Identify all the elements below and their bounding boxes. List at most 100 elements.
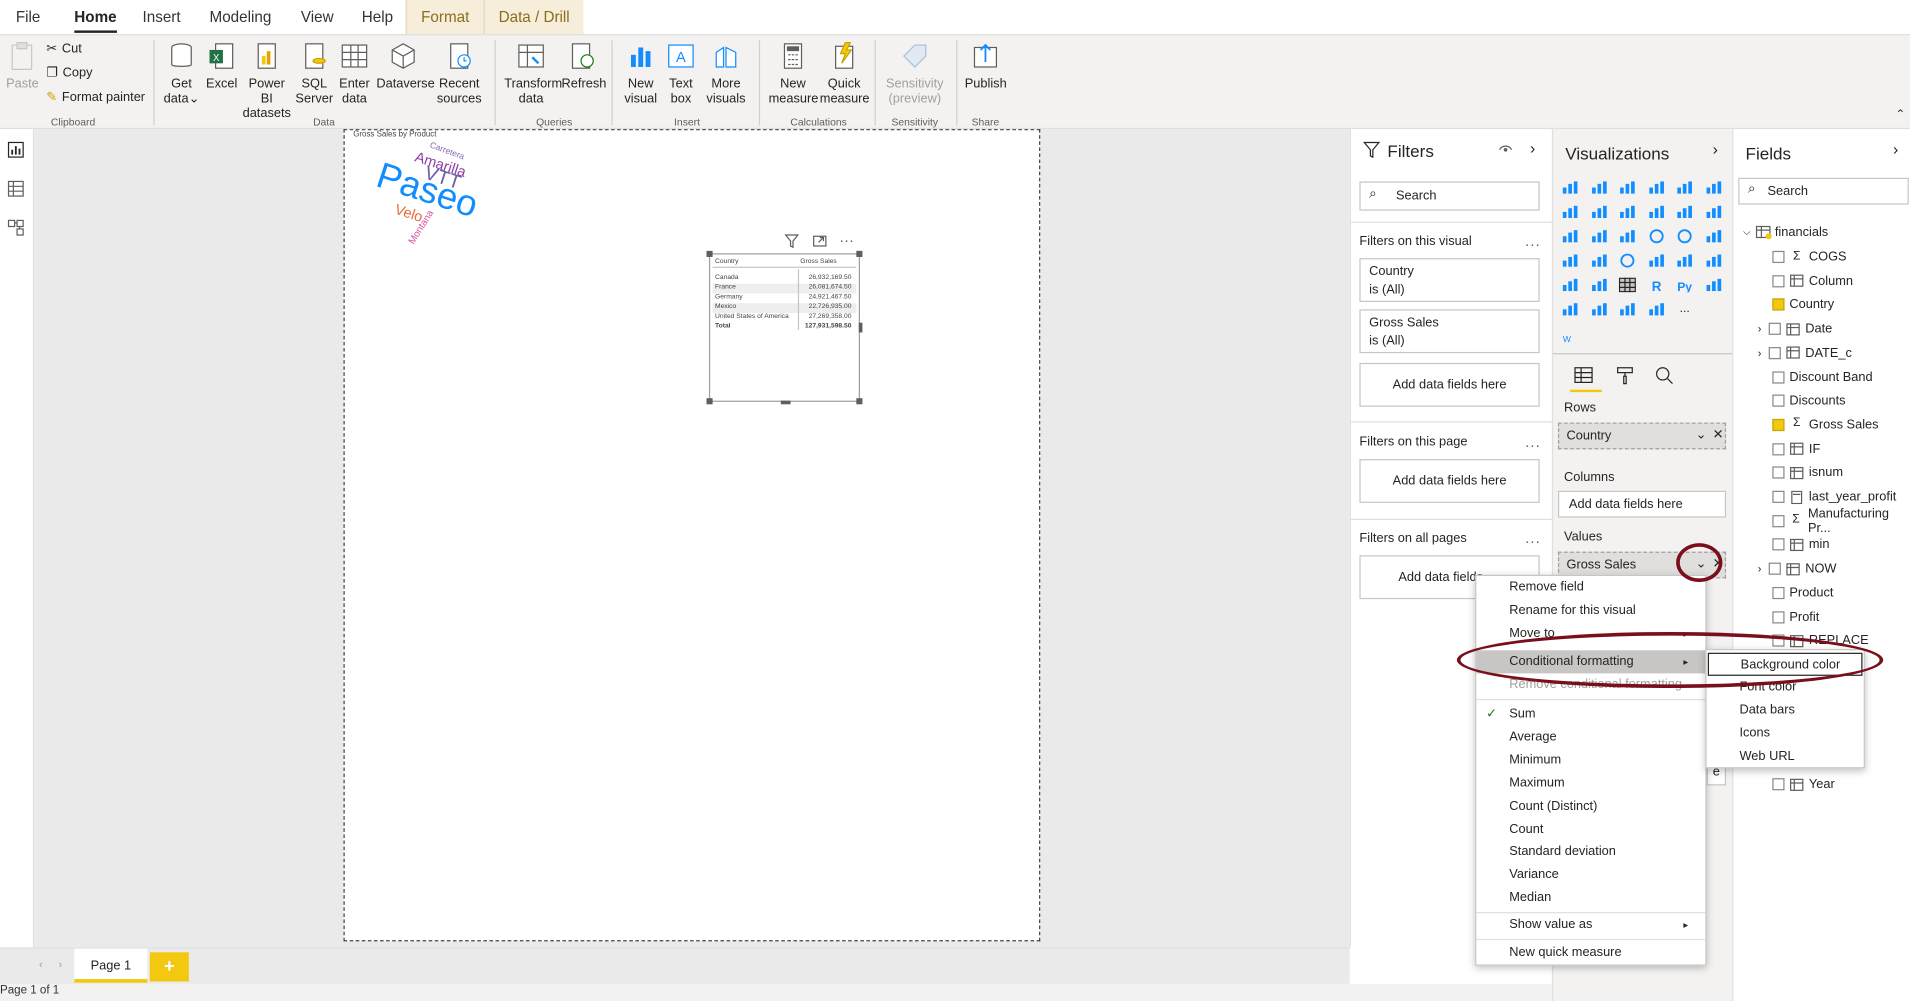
slicer-visual-icon[interactable] [1562, 278, 1579, 293]
line-clustered-column-visual-icon[interactable] [1676, 205, 1693, 220]
data-view-icon[interactable] [7, 180, 24, 197]
tab-help[interactable]: Help [362, 9, 393, 26]
field-item[interactable]: Year [1772, 773, 1835, 795]
menu-item-icons[interactable]: Icons [1707, 722, 1864, 745]
resize-handle[interactable] [858, 322, 863, 333]
gauge-visual-icon[interactable] [1619, 253, 1636, 268]
more-options-icon[interactable]: ... [1525, 530, 1541, 547]
field-item[interactable]: Σ Manufacturing Pr... [1772, 506, 1910, 535]
field-item[interactable]: Σ COGS [1772, 246, 1847, 268]
add-page-filter-dropzone[interactable]: Add data fields here [1359, 459, 1540, 503]
filter-icon[interactable] [784, 234, 800, 249]
menu-item-aggregation[interactable]: Variance [1476, 864, 1705, 887]
field-item[interactable]: Discounts [1772, 390, 1846, 412]
area-visual-icon[interactable] [1590, 205, 1607, 220]
menu-item-aggregation[interactable]: Median [1476, 887, 1705, 910]
tab-data-drill[interactable]: Data / Drill [483, 0, 584, 35]
checkbox[interactable] [1772, 370, 1785, 383]
quick-measure-button[interactable]: Quick measure [820, 40, 870, 106]
100-column-visual-icon[interactable] [1705, 180, 1722, 195]
model-view-icon[interactable] [7, 219, 24, 236]
chevron-down-icon[interactable]: ⌄ [1696, 427, 1707, 442]
resize-handle[interactable] [780, 400, 791, 405]
wordcloud-visual[interactable]: Carretera Amarilla VTT Paseo Velo Montan… [365, 141, 499, 260]
map-visual-icon[interactable] [1562, 253, 1579, 268]
new-measure-button[interactable]: New measure [769, 40, 818, 106]
sql-server-button[interactable]: SQL Server [295, 40, 334, 106]
line-column-visual-icon[interactable] [1647, 205, 1664, 220]
transform-data-button[interactable]: Transform data [504, 40, 562, 106]
checkbox[interactable] [1772, 490, 1785, 503]
text-box-button[interactable]: A Text box [664, 40, 698, 106]
checkbox[interactable] [1772, 778, 1785, 791]
funnel-visual-icon[interactable] [1590, 229, 1607, 244]
qa-visual-icon[interactable] [1590, 302, 1607, 317]
matrix-visual-icon[interactable] [1618, 277, 1636, 293]
resize-handle[interactable] [856, 398, 863, 405]
field-item[interactable]: › DATE_c [1758, 342, 1852, 364]
checkbox[interactable] [1772, 610, 1785, 623]
line-visual-icon[interactable] [1562, 205, 1579, 220]
tab-modeling[interactable]: Modeling [210, 9, 272, 26]
menu-item-new-quick-measure[interactable]: New quick measure [1476, 941, 1705, 964]
kpi-visual-icon[interactable] [1705, 253, 1722, 268]
filled-map-visual-icon[interactable] [1590, 253, 1607, 268]
collapse-filters-icon[interactable]: › [1530, 139, 1535, 157]
menu-item-web-url[interactable]: Web URL [1707, 745, 1864, 768]
rows-field-pill[interactable]: Country ⌄ ✕ [1557, 422, 1727, 450]
analytics-magnifier-icon[interactable] [1654, 365, 1673, 385]
decomposition-tree-visual-icon[interactable] [1562, 302, 1579, 317]
checkbox[interactable] [1772, 394, 1785, 407]
tab-format[interactable]: Format [405, 0, 484, 35]
field-item[interactable]: Discount Band [1772, 366, 1873, 388]
menu-item-aggregation[interactable]: Standard deviation [1476, 841, 1705, 864]
waterfall-visual-icon[interactable] [1562, 229, 1579, 244]
scatter-visual-icon[interactable] [1619, 229, 1636, 244]
power-bi-datasets-button[interactable]: Power BI datasets [242, 40, 291, 121]
filter-card-gross-sales[interactable]: Gross Sales is (All) [1359, 309, 1540, 354]
narrative-visual-icon[interactable] [1619, 302, 1636, 317]
field-item[interactable]: Country [1772, 294, 1834, 316]
more-options-icon[interactable]: ··· [839, 231, 854, 248]
more-visual-icon[interactable]: ... [1676, 302, 1693, 317]
paste-button[interactable]: Paste [6, 40, 39, 91]
menu-item-aggregation[interactable]: Average [1476, 726, 1705, 749]
clustered-bar-visual-icon[interactable] [1619, 180, 1636, 195]
field-item[interactable]: IF [1772, 438, 1820, 460]
key-influencers-visual-icon[interactable] [1705, 278, 1722, 293]
table-visual[interactable]: Country Gross Sales Canada 26,932,169.50… [706, 250, 863, 405]
more-visuals-button[interactable]: More visuals [702, 40, 751, 106]
more-options-icon[interactable]: ... [1525, 434, 1541, 451]
resize-handle[interactable] [856, 250, 863, 257]
checkbox[interactable] [1772, 466, 1785, 479]
treemap-visual-icon[interactable] [1705, 229, 1722, 244]
field-item[interactable]: Profit [1772, 606, 1819, 628]
tab-file[interactable]: File [16, 9, 41, 26]
filter-card-country[interactable]: Country is (All) [1359, 258, 1540, 303]
checkbox[interactable] [1772, 298, 1785, 312]
custom-visual-w-icon[interactable]: W [1563, 336, 1571, 345]
field-item[interactable]: Σ Gross Sales [1772, 414, 1879, 436]
stacked-column-visual-icon[interactable] [1590, 180, 1607, 195]
tab-view[interactable]: View [301, 9, 334, 26]
field-item[interactable]: Product [1772, 582, 1833, 604]
cut-button[interactable]: ✂ Cut [46, 41, 82, 56]
more-options-icon[interactable]: ... [1525, 233, 1541, 250]
resize-handle[interactable] [706, 398, 713, 405]
refresh-button[interactable]: Refresh [562, 40, 606, 91]
menu-item-aggregation[interactable]: ✓ Sum [1476, 703, 1705, 726]
ribbon-visual-icon[interactable] [1705, 205, 1722, 220]
paginated-visual-icon[interactable] [1647, 302, 1664, 317]
checkbox[interactable] [1772, 514, 1785, 527]
pie-visual-icon[interactable] [1647, 229, 1664, 244]
r-visual-visual-icon[interactable]: R [1647, 278, 1664, 293]
sensitivity-button[interactable]: Sensitivity (preview) [882, 40, 948, 106]
excel-button[interactable]: X Excel [206, 40, 238, 91]
stacked-area-visual-icon[interactable] [1619, 205, 1636, 220]
checkbox[interactable] [1768, 322, 1781, 335]
fields-well-icon[interactable] [1574, 365, 1593, 384]
chevron-right-icon[interactable]: › [1758, 563, 1762, 575]
get-data-button[interactable]: Get data⌄ [161, 40, 202, 106]
clustered-column-visual-icon[interactable] [1647, 180, 1664, 195]
report-view-icon[interactable] [7, 141, 24, 158]
